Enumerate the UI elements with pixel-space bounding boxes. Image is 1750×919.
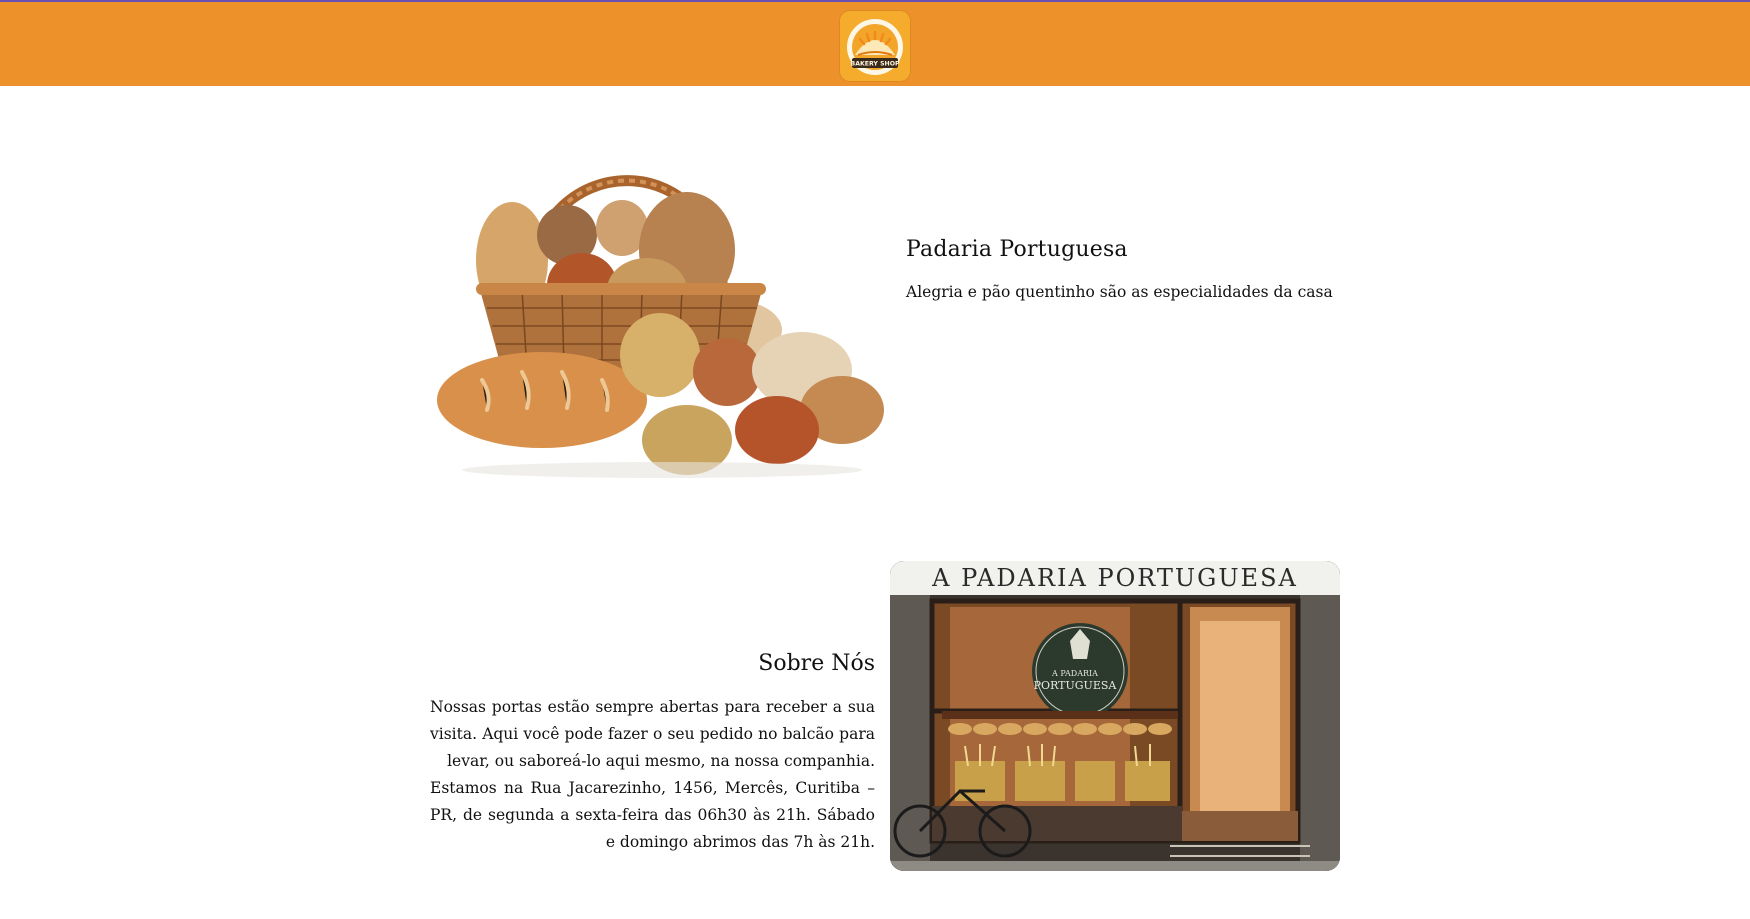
about-paragraph: Estamos na Rua Jacarezinho, 1456, Mercês… [430,779,875,851]
about-title: Sobre Nós [758,651,875,676]
hero-title: Padaria Portuguesa [906,237,1128,262]
bakery-logo-icon: BAKERY SHOP [840,11,910,81]
header-bar: BAKERY SHOP [0,0,1750,86]
about-paragraph: Nossas portas estão sempre abertas para … [430,698,875,770]
hero-subtitle: Alegria e pão quentinho são as especiali… [906,283,1333,301]
logo-text: BAKERY SHOP [850,61,899,68]
storefront-emblem: A PADARIA PORTUGUESA [1025,668,1125,692]
bread-basket-image [432,140,892,485]
page: BAKERY SHOP Padaria Portuguesa Alegria e… [0,0,1750,919]
storefront-sign: A PADARIA PORTUGUESA [890,561,1340,595]
storefront-emblem-main: PORTUGUESA [1033,679,1117,692]
storefront-image: A PADARIA PORTUGUESA [890,561,1340,871]
bakery-logo[interactable]: BAKERY SHOP [840,11,910,81]
about-text: Nossas portas estão sempre abertas para … [430,694,875,856]
